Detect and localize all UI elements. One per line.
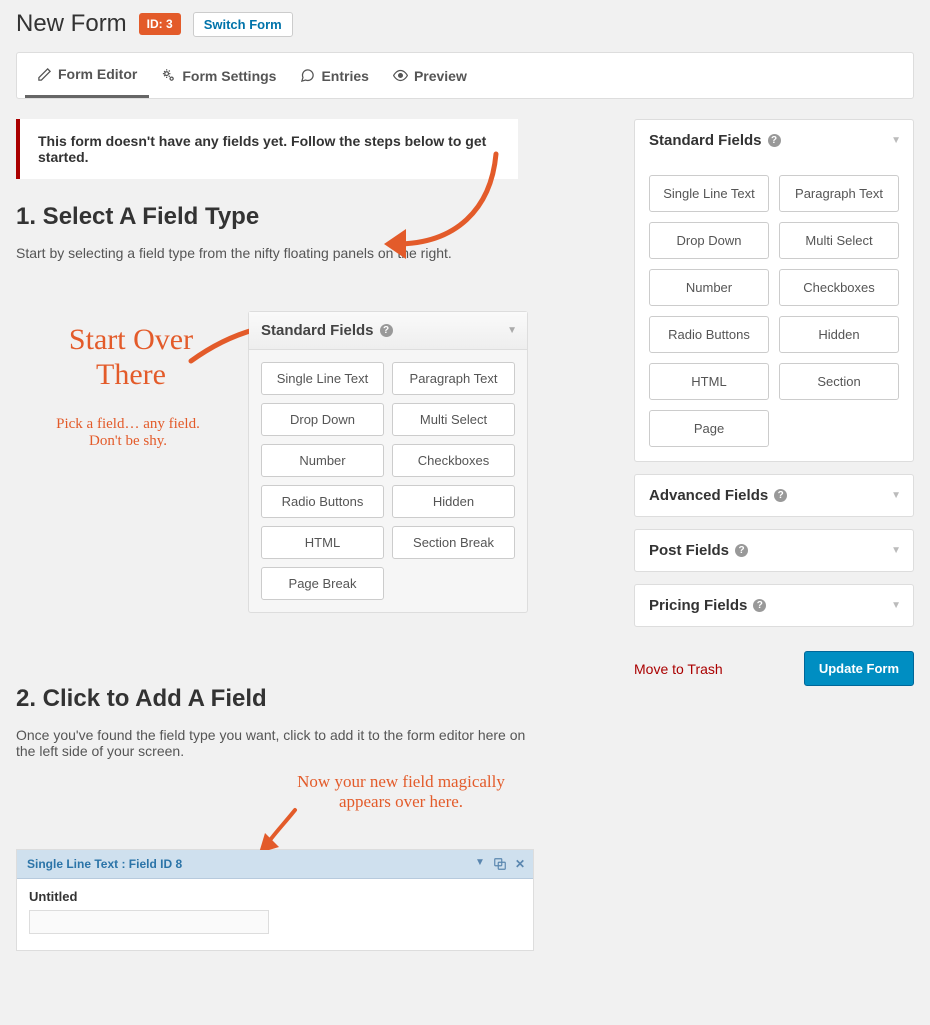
field-label: Untitled: [29, 889, 521, 904]
panel-title: Pricing Fields: [649, 597, 747, 614]
panel-title: Post Fields: [649, 542, 729, 559]
field-type-button[interactable]: Multi Select: [779, 222, 899, 259]
field-type-button: Multi Select: [392, 403, 515, 436]
page-title: New Form: [16, 10, 127, 38]
tab-preview[interactable]: Preview: [381, 53, 479, 98]
field-type-button[interactable]: Page: [649, 410, 769, 447]
tab-form-editor[interactable]: Form Editor: [25, 53, 149, 98]
panel-title: Standard Fields: [261, 322, 374, 339]
tab-entries[interactable]: Entries: [288, 53, 380, 98]
field-type-button[interactable]: Hidden: [779, 316, 899, 353]
panel-advanced-fields: Advanced Fields ? ▼: [634, 474, 914, 517]
field-type-button[interactable]: Single Line Text: [649, 175, 769, 212]
panel-header-advanced[interactable]: Advanced Fields ? ▼: [635, 475, 913, 516]
field-type-button: Radio Buttons: [261, 485, 384, 518]
panel-header-pricing[interactable]: Pricing Fields ? ▼: [635, 585, 913, 626]
chevron-down-icon[interactable]: ▼: [475, 857, 485, 871]
field-type-button: Page Break: [261, 567, 384, 600]
step-2-heading: 2. Click to Add A Field: [16, 685, 614, 713]
field-type-button: Section Break: [392, 526, 515, 559]
eye-icon: [393, 68, 408, 83]
chevron-down-icon: ▼: [891, 600, 901, 611]
tabs: Form Editor Form Settings Entries Previe…: [16, 52, 914, 99]
panel-header-post[interactable]: Post Fields ? ▼: [635, 530, 913, 571]
panel-standard-fields: Standard Fields ? ▼ Single Line Text Para…: [634, 119, 914, 462]
duplicate-icon[interactable]: [493, 857, 507, 871]
arrow-icon: [376, 149, 506, 259]
move-to-trash-link[interactable]: Move to Trash: [634, 661, 723, 677]
panel-title: Advanced Fields: [649, 487, 768, 504]
annotation-new-field-appears: Now your new field magically appears ove…: [281, 772, 521, 811]
field-type-button[interactable]: Drop Down: [649, 222, 769, 259]
chevron-down-icon: ▼: [891, 545, 901, 556]
field-row-label: Single Line Text : Field ID 8: [27, 857, 182, 871]
switch-form-button[interactable]: Switch Form: [193, 12, 293, 37]
panel-post-fields: Post Fields ? ▼: [634, 529, 914, 572]
annotation-start-over-there: Start Over There: [36, 323, 226, 392]
help-icon: ?: [380, 324, 393, 337]
field-type-button[interactable]: HTML: [649, 363, 769, 400]
speech-bubble-icon: [300, 68, 315, 83]
field-type-button: Hidden: [392, 485, 515, 518]
tab-label: Form Settings: [182, 68, 276, 84]
field-type-button[interactable]: Paragraph Text: [779, 175, 899, 212]
illustration-added-field: Now your new field magically appears ove…: [16, 849, 534, 951]
field-type-button: HTML: [261, 526, 384, 559]
help-icon[interactable]: ?: [753, 599, 766, 612]
field-type-button: Number: [261, 444, 384, 477]
field-type-button[interactable]: Section: [779, 363, 899, 400]
field-type-button[interactable]: Number: [649, 269, 769, 306]
page-header: New Form ID: 3 Switch Form: [16, 10, 914, 38]
field-type-button[interactable]: Checkboxes: [779, 269, 899, 306]
step-2-desc: Once you've found the field type you wan…: [16, 727, 536, 759]
arrow-icon: [255, 805, 305, 855]
chevron-down-icon: ▼: [891, 135, 901, 146]
edit-icon: [37, 67, 52, 82]
gears-icon: [161, 68, 176, 83]
field-type-button[interactable]: Radio Buttons: [649, 316, 769, 353]
id-badge: ID: 3: [139, 13, 181, 35]
help-icon[interactable]: ?: [774, 489, 787, 502]
help-icon[interactable]: ?: [735, 544, 748, 557]
panel-header: Standard Fields ? ▼: [249, 312, 527, 350]
panel-header-standard[interactable]: Standard Fields ? ▼: [635, 120, 913, 161]
update-form-button[interactable]: Update Form: [804, 651, 914, 686]
chevron-down-icon: ▼: [891, 490, 901, 501]
panel-title: Standard Fields: [649, 132, 762, 149]
help-icon[interactable]: ?: [768, 134, 781, 147]
field-type-button: Checkboxes: [392, 444, 515, 477]
step-1-heading: 1. Select A Field Type: [16, 203, 614, 231]
field-input-preview: [29, 910, 269, 934]
chevron-down-icon: ▼: [507, 325, 517, 336]
tab-label: Preview: [414, 68, 467, 84]
field-type-button: Paragraph Text: [392, 362, 515, 395]
field-type-button: Drop Down: [261, 403, 384, 436]
tab-label: Entries: [321, 68, 368, 84]
panel-pricing-fields: Pricing Fields ? ▼: [634, 584, 914, 627]
annotation-pick-a-field: Pick a field… any field. Don't be shy.: [28, 416, 228, 451]
tab-label: Form Editor: [58, 66, 137, 82]
field-row-header[interactable]: Single Line Text : Field ID 8 ▼ ✕: [17, 850, 533, 879]
close-icon[interactable]: ✕: [515, 857, 525, 871]
tab-form-settings[interactable]: Form Settings: [149, 53, 288, 98]
